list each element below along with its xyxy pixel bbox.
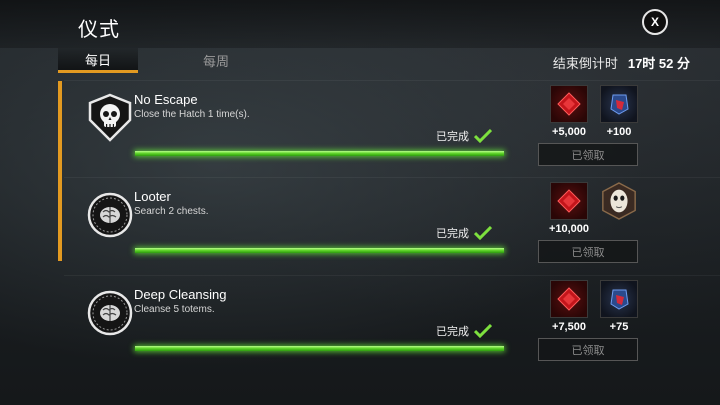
quest-name: Looter (134, 189, 171, 204)
brain-icon (79, 184, 141, 246)
brain-icon (79, 282, 141, 344)
reward-amount: +5,000 (552, 126, 586, 138)
tab-daily[interactable]: 每日 (58, 48, 138, 73)
progress-bar (135, 248, 504, 253)
progress-fill (135, 346, 504, 351)
reward-amount: +100 (606, 126, 632, 138)
bloodpoints-icon (550, 280, 588, 318)
close-button[interactable]: X (642, 9, 668, 35)
claimed-button[interactable]: 已领取 (538, 240, 638, 263)
reward-item: +5,000 (546, 85, 592, 138)
status-label: 已完成 (436, 131, 469, 143)
top-bar: 仪式 X (0, 0, 720, 48)
page-title: 仪式 (78, 19, 120, 41)
quest-description: Cleanse 5 totems. (134, 304, 215, 315)
status-label: 已完成 (436, 228, 469, 240)
countdown: 结束倒计时 17时 52 分 (553, 53, 690, 72)
bloodpoints-icon (550, 85, 588, 123)
countdown-label: 结束倒计时 (552, 56, 618, 71)
reward-item (596, 182, 642, 223)
reward-item: +75 (596, 280, 642, 333)
quest-status: 已完成 (436, 225, 492, 241)
progress-bar (135, 346, 504, 351)
countdown-value: 17时 52 分 (627, 56, 690, 71)
check-icon (474, 324, 492, 338)
rewards: +5,000 +100 (546, 85, 642, 143)
check-icon (474, 226, 492, 240)
bloodpoints-icon (550, 182, 588, 220)
reward-amount: +10,000 (548, 223, 590, 235)
quest-row: Deep Cleansing Cleanse 5 totems. 已完成 +7,… (64, 275, 720, 371)
skull-icon (79, 87, 141, 149)
reward-amount: +7,500 (552, 321, 586, 333)
rewards: +7,500 +75 (546, 280, 642, 338)
quest-row: Looter Search 2 chests. 已完成 +10,000 已领取 (64, 177, 720, 273)
mask-icon (600, 182, 638, 220)
reward-item: +10,000 (546, 182, 592, 235)
quest-status: 已完成 (436, 128, 492, 144)
reward-amount: +75 (609, 321, 629, 333)
tab-weekly[interactable]: 每周 (176, 48, 256, 73)
tab-bar: 每日 每周 (58, 48, 268, 73)
rift-fragment-icon (600, 85, 638, 123)
progress-bar (135, 151, 504, 156)
check-icon (474, 129, 492, 143)
claimed-button[interactable]: 已领取 (538, 338, 638, 361)
quest-row: No Escape Close the Hatch 1 time(s). 已完成… (64, 80, 720, 176)
reward-item: +7,500 (546, 280, 592, 333)
reward-item: +100 (596, 85, 642, 138)
quest-description: Close the Hatch 1 time(s). (134, 109, 250, 120)
quest-name: Deep Cleansing (134, 287, 227, 302)
rift-fragment-icon (600, 280, 638, 318)
progress-fill (135, 151, 504, 156)
quest-description: Search 2 chests. (134, 206, 209, 217)
claimed-button[interactable]: 已领取 (538, 143, 638, 166)
selected-indicator (58, 81, 62, 261)
rewards: +10,000 (546, 182, 642, 240)
quest-name: No Escape (134, 92, 198, 107)
progress-fill (135, 248, 504, 253)
quest-status: 已完成 (436, 323, 492, 339)
status-label: 已完成 (436, 326, 469, 338)
